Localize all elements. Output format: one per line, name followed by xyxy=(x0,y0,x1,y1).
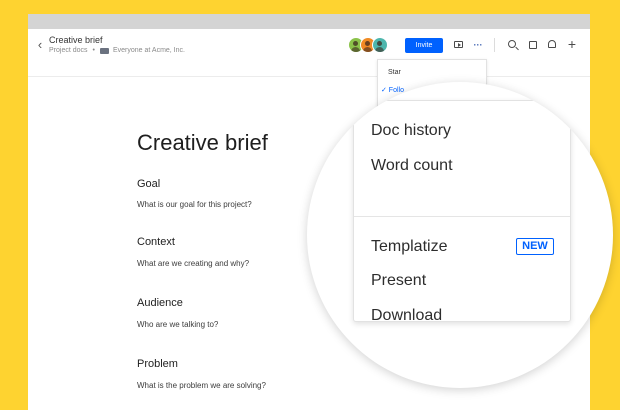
search-icon[interactable] xyxy=(506,38,520,52)
doc-content: Creative brief Goal What is our goal for… xyxy=(137,130,268,390)
menu-item-star[interactable]: Star xyxy=(388,69,401,76)
bell-icon[interactable] xyxy=(545,38,559,52)
breadcrumb: Project docs • Everyone at Acme, Inc. xyxy=(49,47,185,54)
menu-item-download[interactable]: Download xyxy=(371,307,442,325)
avatar[interactable] xyxy=(372,37,388,53)
checklist-icon[interactable] xyxy=(526,38,540,52)
section-heading-audience: Audience xyxy=(137,297,183,309)
plus-icon[interactable]: + xyxy=(565,37,579,52)
back-arrow-icon[interactable]: ‹ xyxy=(34,38,46,52)
section-question-context[interactable]: What are we creating and why? xyxy=(137,259,249,268)
menu-item-doc-history[interactable]: Doc history xyxy=(371,122,451,140)
section-heading-goal: Goal xyxy=(137,178,161,190)
section-question-audience[interactable]: Who are we talking to? xyxy=(137,320,218,329)
page-title: Creative brief xyxy=(137,130,268,155)
menu-item-word-count[interactable]: Word count xyxy=(371,157,453,175)
invite-button[interactable]: Invite xyxy=(405,38,443,53)
window-titlebar xyxy=(28,14,590,29)
present-icon[interactable] xyxy=(451,38,465,52)
doc-options-menu: Doc history Word count Templatize NEW Pr… xyxy=(353,100,571,325)
sharing-scope[interactable]: Everyone at Acme, Inc. xyxy=(113,47,185,54)
section-heading-problem: Problem xyxy=(137,358,178,370)
more-options-icon[interactable]: ··· xyxy=(471,38,485,52)
menu-item-templatize[interactable]: Templatize xyxy=(371,238,447,256)
header-divider xyxy=(494,38,495,52)
doc-title: Creative brief xyxy=(49,35,103,45)
section-heading-context: Context xyxy=(137,236,175,248)
section-question-goal[interactable]: What is our goal for this project? xyxy=(137,200,252,209)
menu-divider xyxy=(354,216,570,217)
magnifier-circle: Doc history Word count Templatize NEW Pr… xyxy=(307,82,613,388)
section-question-problem[interactable]: What is the problem we are solving? xyxy=(137,381,266,390)
breadcrumb-separator: • xyxy=(92,47,95,54)
breadcrumb-folder[interactable]: Project docs xyxy=(49,47,88,54)
new-badge: NEW xyxy=(516,238,554,255)
shared-folder-icon xyxy=(99,47,109,54)
menu-item-present[interactable]: Present xyxy=(371,272,426,290)
collaborator-avatars[interactable] xyxy=(348,37,388,53)
doc-header: ‹ Creative brief Project docs • Everyone… xyxy=(28,29,590,77)
